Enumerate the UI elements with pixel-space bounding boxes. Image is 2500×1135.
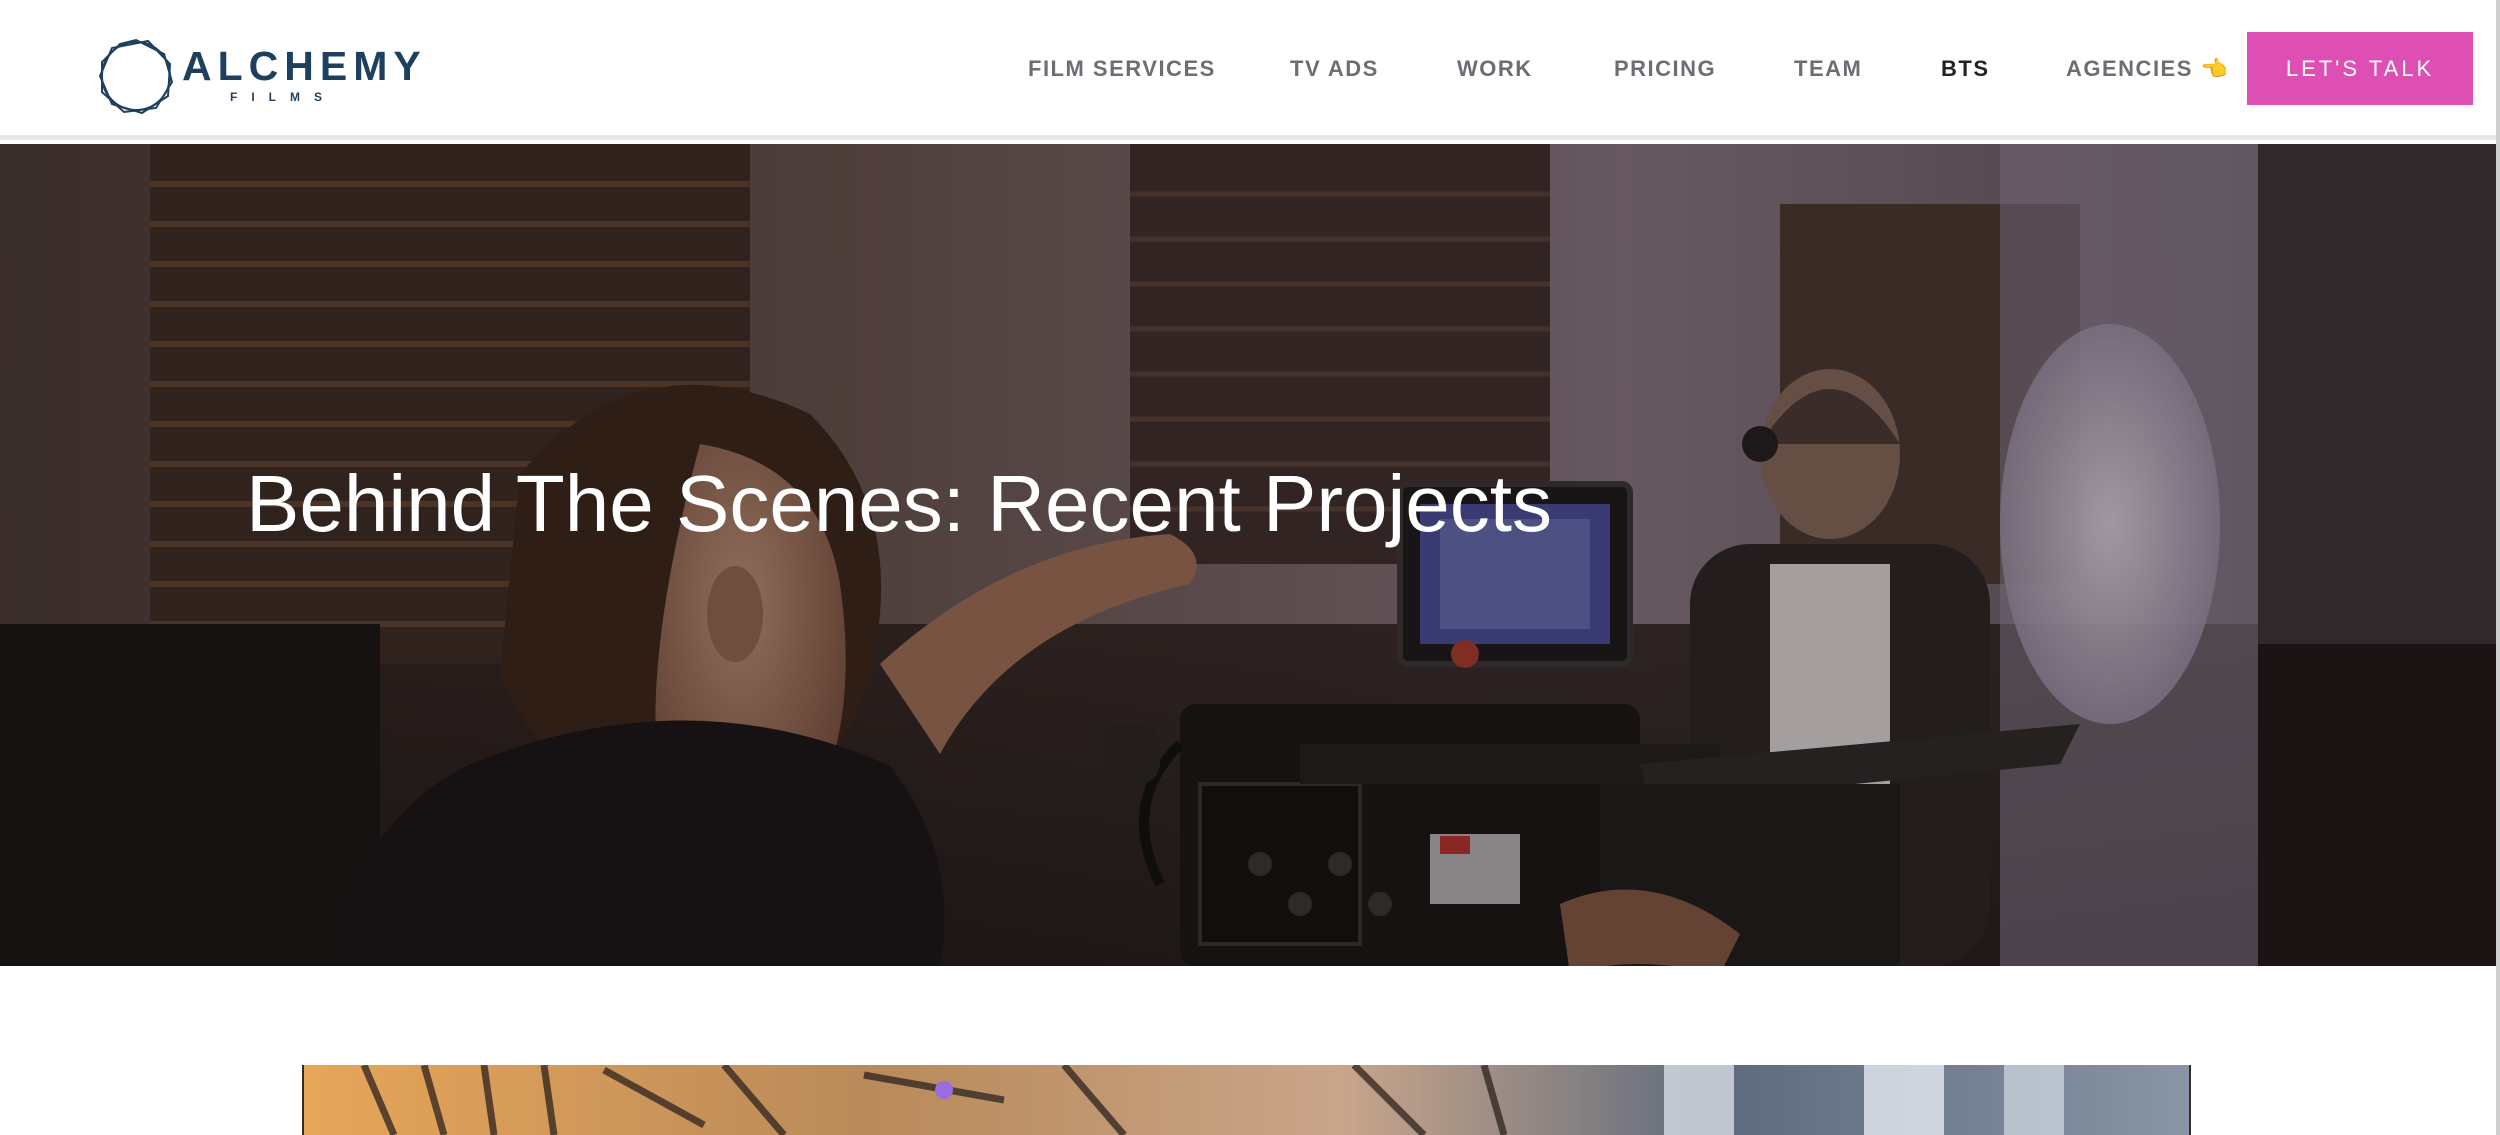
nav-item-work[interactable]: WORK [1457, 58, 1533, 80]
nav-item-team[interactable]: TEAM [1794, 58, 1862, 80]
logo-mark-icon [98, 38, 174, 115]
brand-tagline: FILMS [230, 90, 336, 104]
nav-item-tv-ads[interactable]: TV ADS [1290, 58, 1379, 80]
project-photo [304, 1065, 2189, 1135]
nav-item-agencies[interactable]: AGENCIES 👈 [2066, 58, 2229, 80]
nav-item-bts[interactable]: BTS [1941, 58, 1990, 80]
brand-name: ALCHEMY [182, 43, 427, 89]
hero-overlay [0, 144, 2500, 966]
brand-logo[interactable]: ALCHEMY FILMS [96, 36, 421, 116]
project-image [302, 1065, 2191, 1135]
nav-item-pricing[interactable]: PRICING [1614, 58, 1716, 80]
hero-banner: Behind The Scenes: Recent Projects [0, 144, 2500, 966]
site-header: ALCHEMY FILMS FILM SERVICES TV ADS WORK … [0, 0, 2500, 140]
scrollbar-edge [2496, 0, 2500, 1135]
lets-talk-button[interactable]: LET'S TALK [2247, 32, 2473, 105]
page-title: Behind The Scenes: Recent Projects [246, 459, 1552, 548]
nav-item-film-services[interactable]: FILM SERVICES [1028, 58, 1216, 80]
